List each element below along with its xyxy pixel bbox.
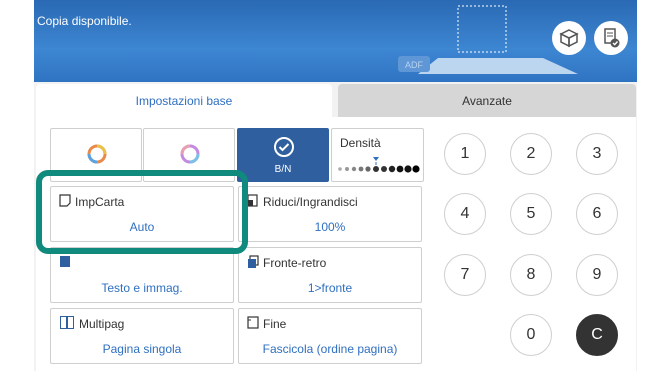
- scanner-preview: ADF: [398, 5, 578, 74]
- key-3[interactable]: 3: [576, 133, 618, 175]
- multipage-value: Pagina singola: [102, 342, 182, 356]
- original-type-value: Testo e immag.: [101, 281, 183, 295]
- original-type-button[interactable]: Testo e immag.: [50, 247, 234, 303]
- reduce-value: 100%: [314, 220, 346, 234]
- density-label: Densità: [340, 136, 381, 150]
- tab-basic-settings[interactable]: Impostazioni base: [36, 84, 332, 117]
- finish-label: Fine: [263, 317, 287, 331]
- color-mode-color[interactable]: [50, 128, 142, 182]
- copy-screen: Copia disponibile. ADF Impostazioni base…: [0, 0, 656, 371]
- clear-key[interactable]: C: [576, 314, 618, 356]
- key-6[interactable]: 6: [576, 193, 618, 235]
- finish-value: Fascicola (ordine pagina): [262, 342, 398, 356]
- multipage-icon: [60, 316, 74, 329]
- tab-advanced[interactable]: Avanzate: [338, 84, 636, 117]
- key-0[interactable]: 0: [510, 314, 552, 356]
- header-bar: Copia disponibile. ADF: [34, 0, 637, 82]
- bw-label: B/N: [274, 164, 292, 175]
- paper-setting-button[interactable]: ImpCarta Auto: [50, 186, 234, 242]
- key-1[interactable]: 1: [444, 133, 486, 175]
- box-icon[interactable]: [552, 21, 586, 55]
- color-mode-bw[interactable]: B/N: [237, 128, 329, 182]
- density-button[interactable]: Densità: [331, 128, 424, 182]
- key-2[interactable]: 2: [510, 133, 552, 175]
- paper-icon: [59, 194, 71, 207]
- density-scale: [338, 157, 420, 173]
- key-5[interactable]: 5: [510, 193, 552, 235]
- key-4[interactable]: 4: [444, 193, 486, 235]
- paper-value: Auto: [129, 220, 155, 234]
- duplex-icon: [248, 255, 259, 268]
- job-status-button[interactable]: [594, 21, 628, 55]
- document-check-icon: [604, 28, 620, 48]
- status-text: Copia disponibile.: [37, 14, 132, 28]
- cube-icon: [559, 29, 579, 48]
- color-ring-icon: [87, 144, 107, 164]
- multipage-button[interactable]: Multipag Pagina singola: [50, 308, 234, 364]
- duplex-label: Fronte-retro: [263, 256, 327, 270]
- reduce-label: Riduci/Ingrandisci: [263, 195, 358, 209]
- reduce-enlarge-button[interactable]: Riduci/Ingrandisci 100%: [238, 186, 422, 242]
- key-8[interactable]: 8: [510, 254, 552, 296]
- duplex-button[interactable]: Fronte-retro 1>fronte: [238, 247, 422, 303]
- key-7[interactable]: 7: [444, 254, 486, 296]
- original-type-icon: [60, 256, 70, 267]
- color-ring-icon: [180, 144, 200, 164]
- adf-label: ADF: [405, 60, 424, 70]
- finish-button[interactable]: Fine Fascicola (ordine pagina): [238, 308, 422, 364]
- paper-label: ImpCarta: [75, 195, 125, 209]
- key-9[interactable]: 9: [576, 254, 618, 296]
- duplex-value: 1>fronte: [307, 281, 353, 295]
- multipage-label: Multipag: [79, 317, 125, 331]
- resize-icon: [247, 194, 258, 207]
- finish-icon: [247, 316, 259, 329]
- color-mode-auto[interactable]: [143, 128, 235, 182]
- check-circle-icon: [274, 137, 294, 157]
